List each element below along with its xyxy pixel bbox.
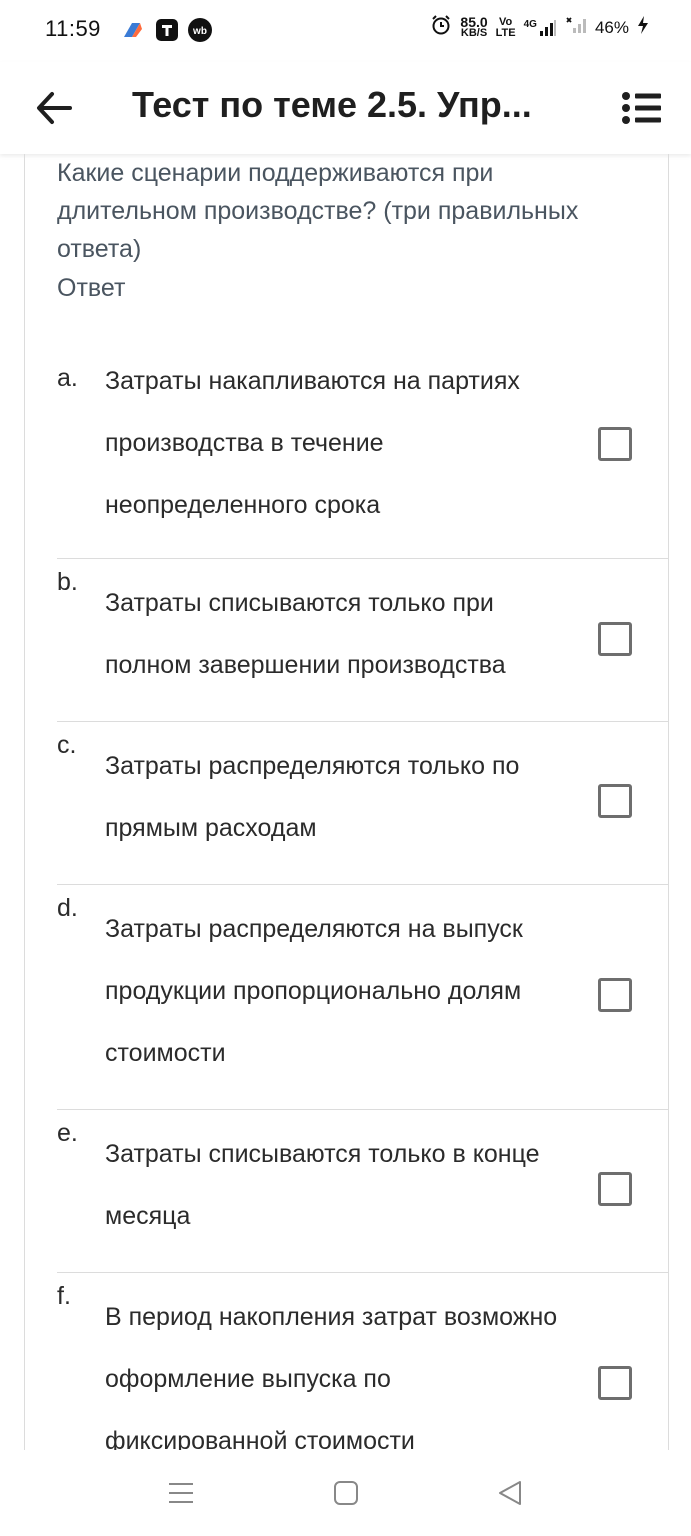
question-text: Какие сценарии поддерживаются при длител… xyxy=(57,159,579,263)
list-menu-icon[interactable] xyxy=(618,88,664,128)
option-c[interactable]: c. Затраты распределяются только по прям… xyxy=(57,721,668,885)
volte-indicator: Vo LTE xyxy=(495,15,516,39)
tinkoff-notification-icon xyxy=(156,19,178,41)
back-nav-icon[interactable] xyxy=(497,1480,523,1511)
volte-top: Vo xyxy=(499,15,513,28)
signal-4g-icon: 4G xyxy=(524,19,557,37)
option-b[interactable]: b. Затраты списываются только при полном… xyxy=(57,558,668,722)
option-b-checkbox[interactable] xyxy=(598,622,632,656)
option-text: В период накопления затрат возможно офор… xyxy=(105,1303,558,1450)
option-text: Затраты распределяются только по прямым … xyxy=(105,752,520,842)
back-arrow-icon[interactable] xyxy=(34,88,74,128)
home-icon[interactable] xyxy=(333,1480,359,1511)
status-time: 11:59 xyxy=(45,16,101,41)
option-letter: a. xyxy=(57,364,78,392)
answer-label: Ответ xyxy=(57,274,126,302)
status-bar: 11:59 wb 85.0 KB/S Vo LTE 4G 46% xyxy=(0,0,691,62)
question-panel: Какие сценарии поддерживаются при длител… xyxy=(24,154,669,1450)
option-text: Затраты списываются только при полном за… xyxy=(105,589,506,679)
network-speed: 85.0 KB/S xyxy=(460,13,488,39)
option-d[interactable]: d. Затраты распределяются на выпуск прод… xyxy=(57,884,668,1110)
page-title: Тест по теме 2.5. Упр... xyxy=(132,84,532,125)
recent-apps-icon[interactable] xyxy=(168,1480,194,1511)
svg-text:wb: wb xyxy=(192,26,207,37)
option-f-checkbox[interactable] xyxy=(598,1366,632,1400)
battery-level: 46% xyxy=(594,17,629,37)
wb-notification-icon: wb xyxy=(188,18,212,42)
app-bar: Тест по теме 2.5. Упр... xyxy=(0,62,691,154)
option-text: Затраты накапливаются на партиях произво… xyxy=(105,367,520,519)
charging-icon xyxy=(637,15,649,40)
speed-value: 85.0 xyxy=(460,13,488,30)
signal-no-service-icon xyxy=(565,16,587,39)
app-notification-icon xyxy=(120,19,142,41)
option-e-checkbox[interactable] xyxy=(598,1172,632,1206)
option-f[interactable]: f. В период накопления затрат возможно о… xyxy=(57,1272,668,1450)
option-letter: e. xyxy=(57,1119,78,1147)
speed-unit: KB/S xyxy=(460,26,488,39)
option-a[interactable]: a. Затраты накапливаются на партиях прои… xyxy=(57,354,668,559)
option-text: Затраты распределяются на выпуск продукц… xyxy=(105,915,523,1067)
option-text: Затраты списываются только в конце месяц… xyxy=(105,1140,540,1230)
option-letter: d. xyxy=(57,894,78,922)
option-c-checkbox[interactable] xyxy=(598,784,632,818)
volte-bottom: LTE xyxy=(495,26,516,39)
option-letter: f. xyxy=(57,1282,71,1310)
alarm-icon xyxy=(430,14,452,41)
system-navigation-bar xyxy=(0,1450,691,1536)
option-letter: c. xyxy=(57,731,77,759)
option-letter: b. xyxy=(57,568,78,596)
option-a-checkbox[interactable] xyxy=(598,427,632,461)
network-type: 4G xyxy=(523,18,537,30)
option-d-checkbox[interactable] xyxy=(598,978,632,1012)
option-e[interactable]: e. Затраты списываются только в конце ме… xyxy=(57,1109,668,1273)
